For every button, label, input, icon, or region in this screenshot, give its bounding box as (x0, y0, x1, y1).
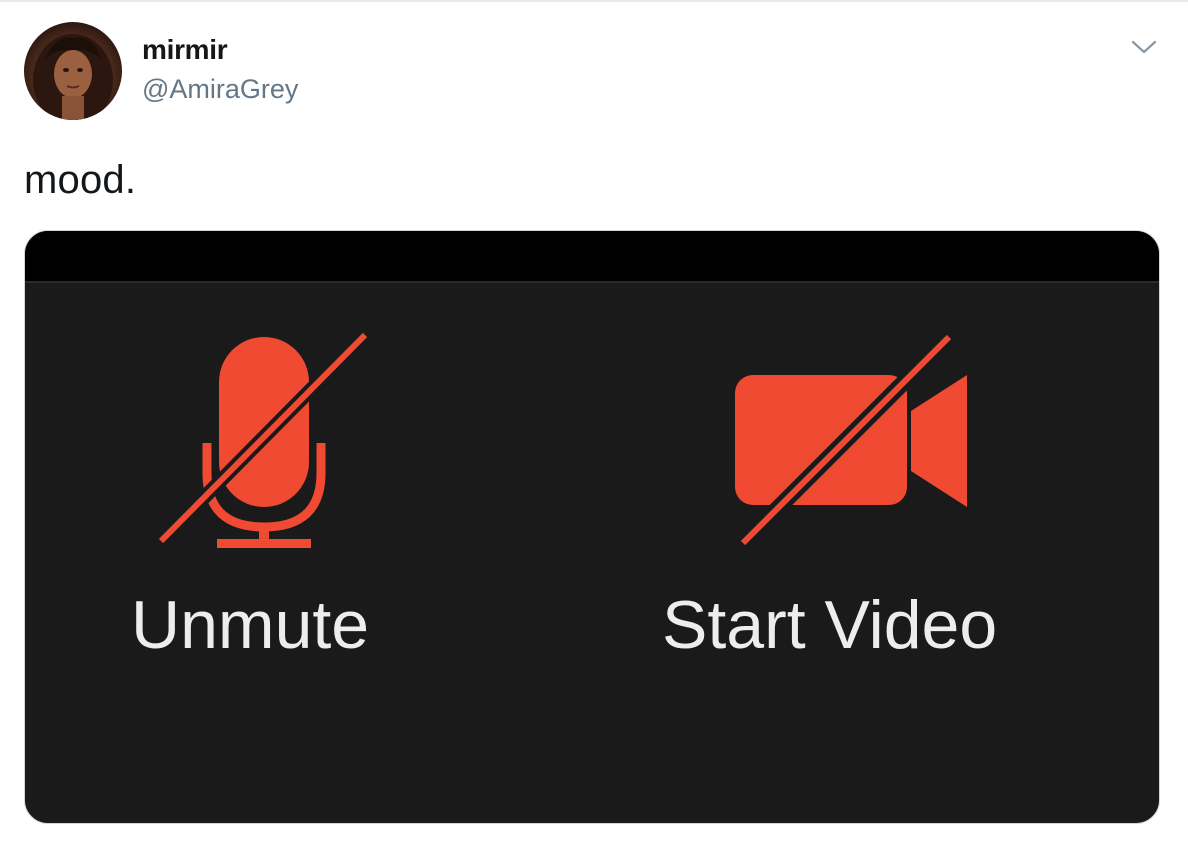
tweet-media-image[interactable]: Unmute Start Video (24, 230, 1160, 824)
tweet-card: mirmir @AmiraGrey mood. Unmute Start Vid… (0, 0, 1188, 856)
author-handle[interactable]: @AmiraGrey (142, 74, 298, 105)
avatar[interactable] (24, 22, 122, 120)
start-video-label: Start Video (662, 587, 998, 663)
author-display-name[interactable]: mirmir (142, 34, 228, 66)
video-camera-off-icon (735, 331, 967, 549)
start-video-control[interactable]: Start Video (585, 231, 1159, 823)
unmute-control[interactable]: Unmute (25, 231, 585, 823)
tweet-text: mood. (24, 158, 137, 202)
avatar-photo (33, 34, 113, 120)
microphone-muted-icon (156, 331, 370, 548)
chevron-down-icon (1131, 40, 1157, 54)
tweet-menu-button[interactable] (1126, 32, 1162, 62)
unmute-label: Unmute (131, 587, 370, 663)
